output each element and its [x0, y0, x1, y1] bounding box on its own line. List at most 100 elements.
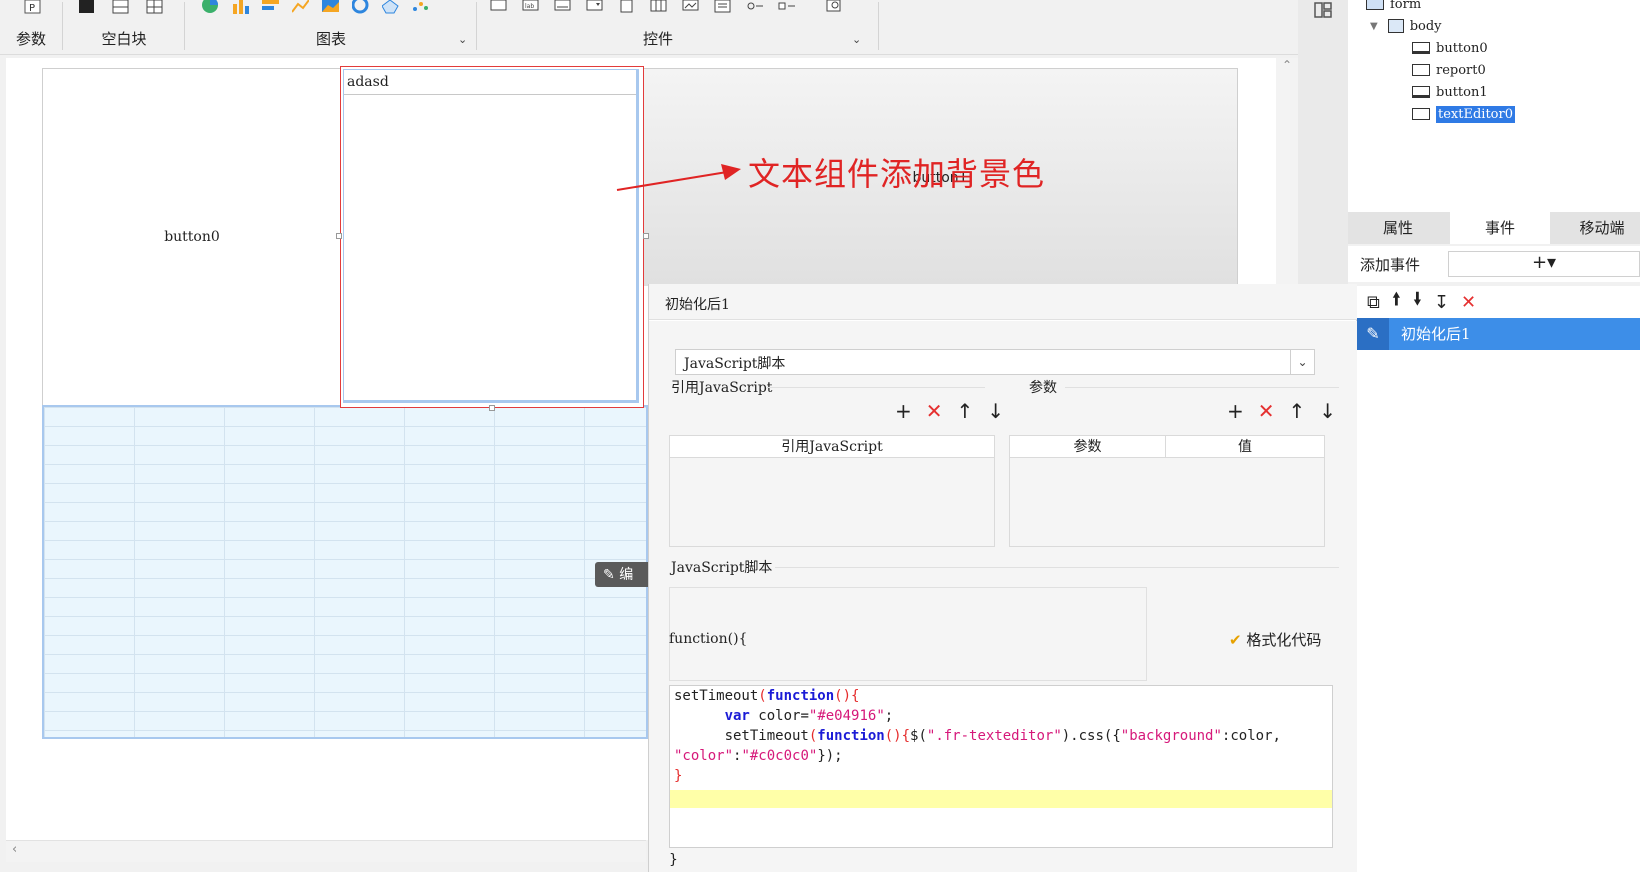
move-up-icon[interactable]: 🠙 — [1392, 287, 1401, 317]
move-up-icon[interactable]: ↑ — [1289, 399, 1306, 423]
scatter-chart-icon[interactable] — [412, 0, 429, 14]
add-icon[interactable]: + — [1227, 399, 1244, 423]
move-down-icon[interactable]: ↓ — [987, 399, 1004, 423]
tree-item-label: button0 — [1436, 40, 1488, 56]
layout-strip — [1298, 0, 1348, 286]
pie-chart-icon[interactable] — [202, 0, 219, 14]
params-section-label: 参数 — [1029, 380, 1057, 396]
donut-chart-icon[interactable] — [352, 0, 369, 14]
edit-badge-label: 编 — [619, 567, 634, 583]
tree-item-body[interactable]: ▼ body — [1370, 16, 1442, 36]
widget-texteditor0[interactable]: adasd — [340, 66, 644, 408]
add-event-button[interactable]: +▾ — [1448, 251, 1640, 277]
parameter-icon[interactable]: P — [24, 0, 41, 14]
tab-mobile[interactable]: 移动端 — [1552, 212, 1640, 244]
tab-properties[interactable]: 属性 — [1348, 212, 1448, 244]
tree-item-label: report0 — [1436, 62, 1486, 78]
image-widget-icon[interactable] — [682, 0, 699, 14]
script-section-label: JavaScript脚本 — [671, 560, 773, 576]
tree-item-report0[interactable]: report0 — [1412, 60, 1486, 80]
tree-item-form[interactable]: form — [1366, 0, 1421, 14]
move-up-icon[interactable]: ↑ — [957, 399, 974, 423]
add-event-row: 添加事件 +▾ — [1348, 246, 1640, 282]
collapse-arrow-icon[interactable]: ▼ — [1370, 21, 1378, 32]
resize-handle[interactable] — [489, 405, 495, 411]
delete-icon[interactable]: ✕ — [1461, 292, 1476, 313]
chevron-down-icon[interactable]: ⌄ — [852, 33, 861, 46]
texteditor-title: adasd — [344, 70, 636, 95]
tree-item-button0[interactable]: button0 — [1412, 38, 1488, 58]
add-icon[interactable]: + — [895, 399, 912, 423]
dropdown-widget-icon[interactable] — [586, 0, 603, 14]
hbar-chart-icon[interactable] — [262, 0, 279, 14]
delete-icon[interactable]: ✕ — [1258, 399, 1275, 423]
line-chart-icon[interactable] — [292, 0, 309, 14]
annotation-arrow-icon — [616, 164, 741, 191]
component-tree: form ▼ body button0 report0 button1 text… — [1348, 0, 1640, 212]
widget-button0[interactable]: button0 — [42, 68, 342, 406]
move-bottom-icon[interactable]: ↧ — [1434, 292, 1449, 313]
checkbox-widget-icon[interactable] — [778, 0, 795, 14]
ribbon-group-blank: 空白块 — [64, 0, 184, 55]
dialog-title: 初始化后1 — [649, 284, 1357, 320]
list-widget-icon[interactable] — [618, 0, 635, 14]
format-code-label: 格式化代码 — [1246, 631, 1322, 649]
resize-handle[interactable] — [643, 233, 649, 239]
event-item[interactable]: ✎ 初始化后1 — [1357, 318, 1640, 350]
delete-icon[interactable]: ✕ — [926, 399, 943, 423]
add-event-label: 添加事件 — [1360, 256, 1421, 274]
code-text: setTimeout(function(){ var color="#e0491… — [674, 688, 1281, 784]
edit-pen-icon: ✎ — [1357, 318, 1389, 350]
textfield-widget-icon[interactable] — [554, 0, 571, 14]
column-header-ref-js: 引用JavaScript — [670, 436, 994, 458]
button-widget-icon[interactable] — [490, 0, 507, 14]
ribbon-label-blank: 空白块 — [101, 30, 147, 48]
tree-item-label: button1 — [1436, 84, 1488, 100]
copy-icon[interactable]: ⧉ — [1367, 292, 1380, 313]
tree-item-label: body — [1409, 18, 1442, 34]
tree-item-button1[interactable]: button1 — [1412, 82, 1488, 102]
area-chart-icon[interactable] — [322, 0, 339, 14]
chevron-up-icon[interactable]: ⌃ — [1282, 58, 1292, 72]
body-icon — [1387, 19, 1404, 33]
property-tabs: 属性 事件 移动端 — [1348, 212, 1640, 244]
radar-chart-icon[interactable] — [382, 0, 399, 14]
layout-icon[interactable] — [1314, 2, 1332, 18]
ribbon-label-charts: 图表 — [315, 30, 346, 48]
block-split-icon[interactable] — [112, 0, 129, 14]
chevron-down-icon[interactable]: ⌄ — [1290, 350, 1314, 374]
params-table[interactable]: 参数 值 — [1009, 435, 1325, 547]
ribbon-group-params: P 参数 — [0, 0, 62, 55]
ref-js-table[interactable]: 引用JavaScript — [669, 435, 995, 547]
block-solid-icon[interactable] — [78, 0, 95, 14]
tree-item-texteditor0[interactable]: textEditor0 — [1412, 104, 1515, 124]
edit-badge[interactable]: ✎ 编 — [595, 562, 655, 587]
section-divider — [775, 567, 1339, 568]
label-widget-icon[interactable]: lab — [522, 0, 539, 14]
report-icon — [1412, 64, 1430, 76]
ref-js-section-label: 引用JavaScript — [671, 380, 773, 396]
tab-events[interactable]: 事件 — [1450, 212, 1550, 244]
radio-widget-icon[interactable] — [746, 0, 763, 14]
chevron-down-icon[interactable]: ⌄ — [458, 33, 467, 46]
horizontal-scrollbar[interactable]: ‹ — [6, 840, 646, 862]
broom-icon: ✔ — [1229, 631, 1242, 649]
preview-widget-icon[interactable] — [826, 0, 843, 14]
event-type-select[interactable]: JavaScript脚本 ⌄ — [675, 349, 1315, 375]
bar-chart-icon[interactable] — [232, 0, 249, 14]
table-widget-icon[interactable] — [650, 0, 667, 14]
resize-handle[interactable] — [336, 233, 342, 239]
code-editor[interactable]: setTimeout(function(){ var color="#e0491… — [669, 685, 1333, 848]
current-line-highlight — [670, 790, 1332, 808]
column-header-value: 值 — [1166, 436, 1324, 458]
chevron-left-icon[interactable]: ‹ — [12, 842, 17, 857]
widget-report0[interactable] — [42, 405, 648, 739]
format-code-button[interactable]: ✔ 格式化代码 — [1229, 629, 1321, 650]
block-grid-icon[interactable] — [146, 0, 163, 14]
form-icon — [1366, 0, 1384, 10]
move-down-icon[interactable]: 🠛 — [1413, 287, 1422, 317]
textarea-widget-icon[interactable] — [714, 0, 731, 14]
move-down-icon[interactable]: ↓ — [1319, 399, 1336, 423]
texteditor-frame: adasd — [343, 69, 639, 403]
ribbon-label-params: 参数 — [15, 30, 46, 48]
